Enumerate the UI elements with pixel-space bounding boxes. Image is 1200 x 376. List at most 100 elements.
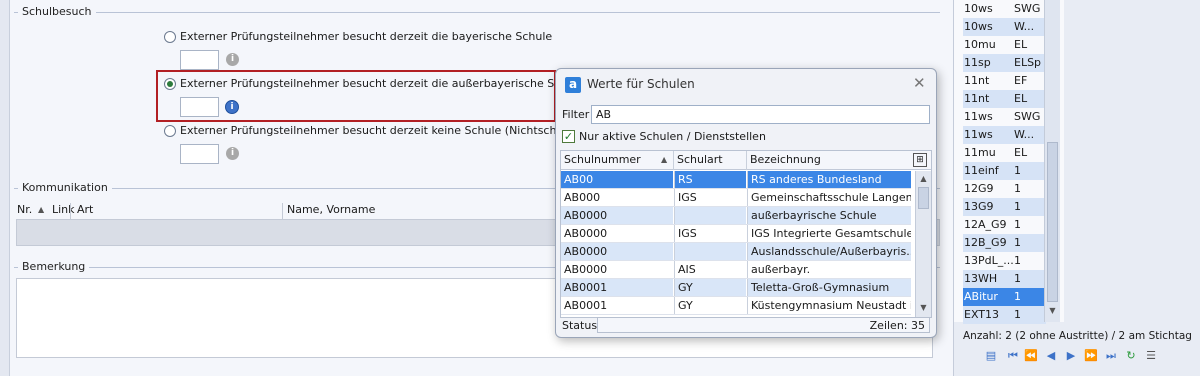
class-list-row[interactable]: 12B_G9 1 [963,234,1046,252]
class-list-panel: 10ws SWG 10ws W... 10mu EL 11sp ELSp 11nt EF 11nt E… [953,0,1200,376]
class-course: EL [1014,146,1028,159]
class-name: 12G9 [964,182,994,195]
school-number-input-keine[interactable] [180,144,219,164]
class-list-row[interactable]: 11nt EL [963,90,1046,108]
cell-bezeichnung: Auslandsschule/Außerbayris... [747,243,911,260]
schulen-table-body: AB00 RS RS anderes Bundesland AB000 IGS Gemei… [561,171,915,317]
class-course: 1 [1014,272,1021,285]
class-course: 1 [1014,200,1021,213]
class-list-row[interactable]: 13PdL_... 1 [963,252,1046,270]
scroll-down-icon[interactable]: ▼ [917,301,930,314]
fast-forward-icon[interactable]: ⏩ [1084,349,1098,363]
table-row[interactable]: AB0001 GY Küstengymnasium Neustadt i... [561,297,911,315]
previous-icon[interactable]: ◀ [1044,349,1058,363]
next-icon[interactable]: ▶ [1064,349,1078,363]
copy-icon[interactable]: ▤ [984,349,998,363]
class-list-row[interactable]: 11einf 1 [963,162,1046,180]
scrollbar-thumb[interactable] [918,187,929,209]
class-list-row[interactable]: 10ws W... [963,18,1046,36]
class-name: ABitur [964,290,998,303]
column-art[interactable]: Art [77,203,93,216]
class-course: W... [1014,20,1035,33]
column-bezeichnung[interactable]: Bezeichnung [750,151,821,169]
class-course: 1 [1014,182,1021,195]
scroll-down-icon[interactable]: ▼ [1047,306,1058,319]
list-settings-icon[interactable]: ☰ [1144,349,1158,363]
schulen-table-scrollbar[interactable]: ▲ ▼ [915,171,931,317]
status-bar: Zeilen: 35 [597,317,930,333]
column-link[interactable]: Link [52,203,75,216]
class-list-row[interactable]: EXT13 1 [963,306,1046,324]
cell-schulart: GY [674,297,746,314]
class-course: SWG [1014,110,1041,123]
scroll-up-icon[interactable]: ▲ [917,172,930,185]
class-name: 11ws [964,110,993,123]
class-name: EXT13 [964,308,1000,321]
last-record-icon[interactable]: ⏭ [1104,349,1118,363]
class-name: 10mu [964,38,996,51]
class-list-scrollbar[interactable]: ▼ [1044,0,1060,322]
class-list-row[interactable]: 11sp ELSp [963,54,1046,72]
class-course: 1 [1014,236,1021,249]
school-number-input-ausserbayern[interactable] [180,97,219,117]
option-ausserbayerische-label: Externer Prüfungsteilnehmer besucht derz… [180,77,585,90]
refresh-icon[interactable]: ↻ [1124,349,1138,363]
radio-ausserbayerische-schule[interactable] [164,78,176,90]
fast-back-icon[interactable]: ⏪ [1024,349,1038,363]
table-row[interactable]: AB0000 IGS IGS Integrierte Gesamtschule ..… [561,225,911,243]
school-number-input-bayern[interactable] [180,50,219,70]
table-row[interactable]: AB0000 Auslandsschule/Außerbayris... [561,243,911,261]
schulen-dialog: a Werte für Schulen ✕ Filter AB ✓ Nur ak… [555,68,937,338]
class-list-row[interactable]: 11mu EL [963,144,1046,162]
table-row[interactable]: AB000 IGS Gemeinschaftsschule Langen... [561,189,911,207]
class-list-row[interactable]: 13G9 1 [963,198,1046,216]
table-row[interactable]: AB0000 außerbayrische Schule [561,207,911,225]
class-name: 10ws [964,20,993,33]
class-list-row[interactable]: 12G9 1 [963,180,1046,198]
column-schulart[interactable]: Schulart [677,151,723,169]
schulen-table: Schulnummer ▲ Schulart Bezeichnung ⊞ AB0… [560,150,932,318]
class-list-row[interactable]: 10mu EL [963,36,1046,54]
info-icon[interactable]: i [226,53,239,66]
column-schulnummer[interactable]: Schulnummer [564,151,641,169]
class-list-row[interactable]: 11ws W... [963,126,1046,144]
column-name[interactable]: Name, Vorname [287,203,375,216]
class-list-row[interactable]: 12A_G9 1 [963,216,1046,234]
class-list-row[interactable]: 11nt EF [963,72,1046,90]
close-icon[interactable]: ✕ [913,74,926,92]
radio-keine-schule[interactable] [164,125,176,137]
column-chooser-icon[interactable]: ⊞ [913,153,927,167]
info-icon[interactable]: i [225,100,239,114]
table-row[interactable]: AB00 RS RS anderes Bundesland [561,171,911,189]
cell-bezeichnung: Gemeinschaftsschule Langen... [747,189,911,206]
table-row[interactable]: AB0001 GY Teletta-Groß-Gymnasium [561,279,911,297]
class-list-row[interactable]: 10ws SWG [963,0,1046,18]
active-only-checkbox[interactable]: ✓ [562,130,575,143]
navigator-toolbar: ▤ ⏮ ⏪ ◀ ▶ ⏩ ⏭ ↻ ☰ [984,349,1184,365]
column-nr[interactable]: Nr. [17,203,32,216]
bemerkung-title: Bemerkung [18,260,90,273]
class-course: ELSp [1014,56,1042,69]
class-list-row[interactable]: 13WH 1 [963,270,1046,288]
class-course: 1 [1014,164,1021,177]
info-icon[interactable]: i [226,147,239,160]
cell-schulart [674,243,746,260]
class-list-row[interactable]: ABitur 1 [963,288,1046,306]
radio-bayerische-schule[interactable] [164,31,176,43]
option-keine-schule-label: Externer Prüfungsteilnehmer besucht derz… [180,124,586,137]
scrollbar-thumb[interactable] [1047,142,1058,302]
option-bayerische-label: Externer Prüfungsteilnehmer besucht derz… [180,30,553,43]
class-course: 1 [1014,290,1021,303]
class-course: EL [1014,92,1028,105]
cell-schulart [674,207,746,224]
filter-input[interactable]: AB [591,105,930,124]
dialog-title: Werte für Schulen [587,77,695,91]
table-row[interactable]: AB0000 AIS außerbayr. [561,261,911,279]
right-blank [1068,0,1188,322]
first-record-icon[interactable]: ⏮ [1006,349,1020,363]
class-list-row[interactable]: 11ws SWG [963,108,1046,126]
status-label: Status [562,319,598,332]
cell-bezeichnung: außerbayr. [747,261,911,278]
column-separator [282,203,283,219]
cell-schulnummer: AB0001 [561,279,673,296]
